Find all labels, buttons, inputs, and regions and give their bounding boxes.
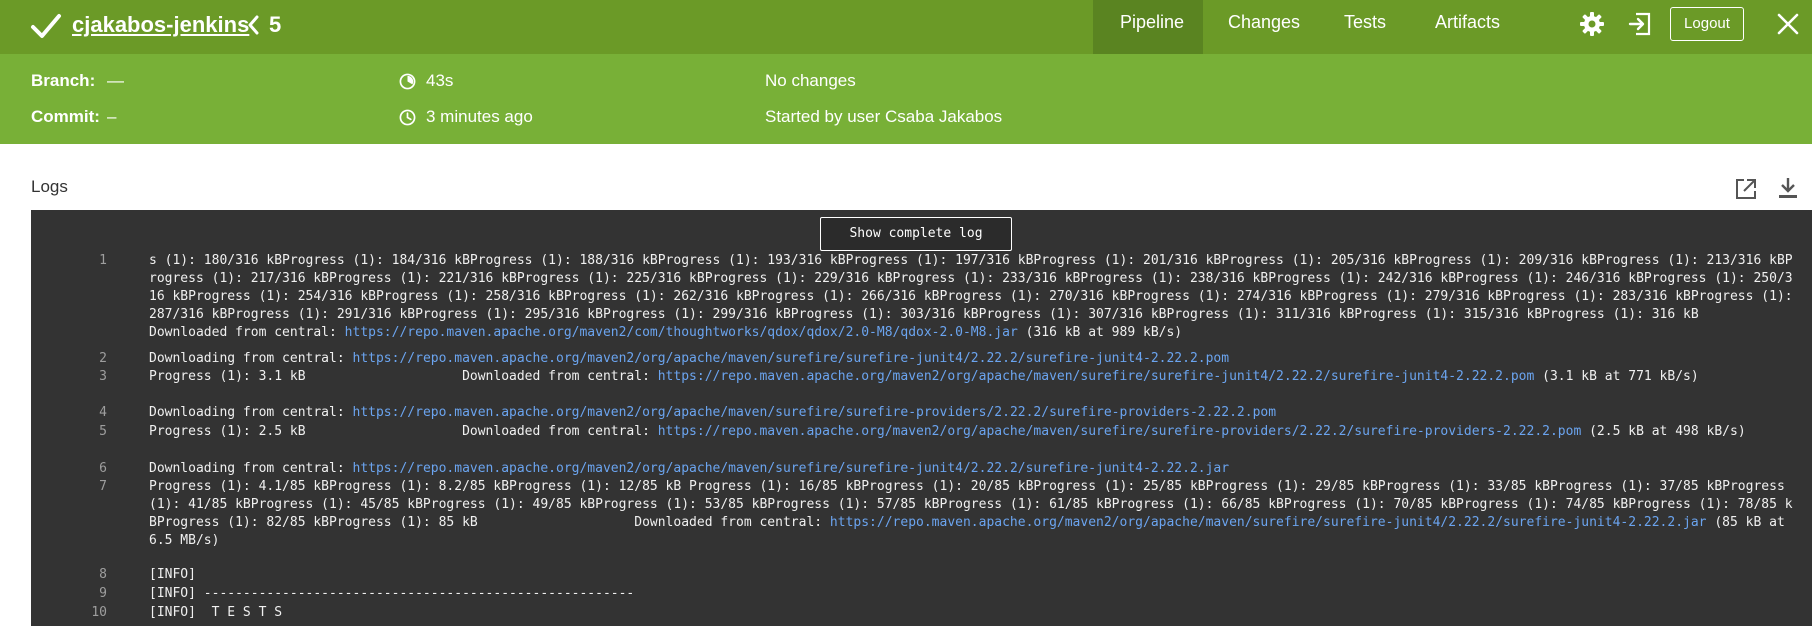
artifact-link[interactable]: https://repo.maven.apache.org/maven2/org… [353, 461, 1230, 476]
line-content: Downloading from central: [149, 405, 353, 420]
branch-value: — [107, 71, 124, 90]
line-text: [INFO] [149, 567, 196, 582]
line-text: Downloading from central: https://repo.m… [149, 350, 1799, 368]
started-by: Started by user Csaba Jakabos [765, 107, 1003, 126]
line-suffix: (2.5 kB at 498 kB/s) [1581, 424, 1746, 439]
top-bar: cjakabos-jenkins 5 Pipeline Changes Test… [0, 0, 1812, 54]
gear-icon[interactable] [1579, 11, 1605, 37]
close-icon[interactable] [1776, 12, 1800, 36]
tab-changes[interactable]: Changes [1203, 0, 1319, 54]
download-icon[interactable] [1776, 176, 1800, 200]
tab-tests[interactable]: Tests [1319, 0, 1409, 54]
line-number: 8 [99, 567, 107, 582]
exit-icon[interactable] [1627, 11, 1653, 37]
clock-icon [399, 109, 416, 126]
artifact-link[interactable]: https://repo.maven.apache.org/maven2/org… [830, 515, 1707, 530]
line-suffix: (316 kB at 989 kB/s) [1017, 325, 1183, 340]
line-text: Progress (1): 2.5 kB Downloaded from cen… [149, 423, 1799, 441]
artifact-link[interactable]: https://repo.maven.apache.org/maven2/com… [345, 325, 1018, 340]
line-number: 10 [91, 605, 107, 620]
line-number: 7 [99, 479, 107, 494]
line-suffix: (3.1 kB at 771 kB/s) [1534, 369, 1699, 384]
changes-summary: No changes [765, 71, 856, 90]
tab-pipeline[interactable]: Pipeline [1093, 0, 1203, 54]
line-content: Downloading from central: [149, 351, 353, 366]
check-icon [31, 14, 61, 38]
line-number: 5 [99, 424, 107, 439]
artifact-link[interactable]: https://repo.maven.apache.org/maven2/org… [658, 424, 1582, 439]
line-number: 6 [99, 461, 107, 476]
artifact-link[interactable]: https://repo.maven.apache.org/maven2/org… [658, 369, 1535, 384]
line-number: 9 [99, 586, 107, 601]
line-content: Progress (1): 2.5 kB Downloaded from cen… [149, 424, 658, 439]
log-console[interactable]: Show complete log 1 s (1): 180/316 kBPro… [31, 210, 1812, 626]
line-number: 2 [99, 351, 107, 366]
chevron-left-icon [248, 15, 259, 35]
line-text: Progress (1): 4.1/85 kBProgress (1): 8.2… [149, 478, 1799, 550]
run-duration: 43s [426, 71, 454, 90]
logs-title: Logs [31, 177, 68, 196]
line-text: Progress (1): 3.1 kB Downloaded from cen… [149, 368, 1799, 386]
branch-label: Branch: [31, 71, 96, 90]
run-number: 5 [269, 12, 282, 37]
line-number: 1 [99, 253, 107, 268]
line-content: Progress (1): 3.1 kB Downloaded from cen… [149, 369, 658, 384]
line-number: 3 [99, 369, 107, 384]
duration-icon [399, 73, 416, 90]
line-content: Downloading from central: [149, 461, 353, 476]
line-number: 4 [99, 405, 107, 420]
logout-button[interactable]: Logout [1670, 7, 1744, 41]
job-name-link[interactable]: cjakabos-jenkins [72, 11, 249, 39]
line-text: [INFO] ---------------------------------… [149, 586, 635, 601]
show-complete-log-button[interactable]: Show complete log [820, 217, 1012, 251]
open-in-new-icon[interactable] [1734, 177, 1758, 201]
line-text: Downloading from central: https://repo.m… [149, 404, 1799, 422]
artifact-link[interactable]: https://repo.maven.apache.org/maven2/org… [353, 405, 1277, 420]
line-text: Downloading from central: https://repo.m… [149, 460, 1799, 478]
line-text: s (1): 180/316 kBProgress (1): 184/316 k… [149, 252, 1799, 342]
tab-bar: Pipeline Changes Tests Artifacts [1093, 0, 1527, 54]
commit-value: – [107, 107, 117, 126]
tab-artifacts[interactable]: Artifacts [1409, 0, 1527, 54]
run-time-ago: 3 minutes ago [426, 107, 533, 126]
run-summary-bar: Branch: — Commit: – 43s 3 minutes ago No… [0, 54, 1812, 144]
artifact-link[interactable]: https://repo.maven.apache.org/maven2/org… [353, 351, 1230, 366]
line-text: [INFO] T E S T S [149, 605, 283, 620]
commit-label: Commit: [31, 107, 100, 126]
